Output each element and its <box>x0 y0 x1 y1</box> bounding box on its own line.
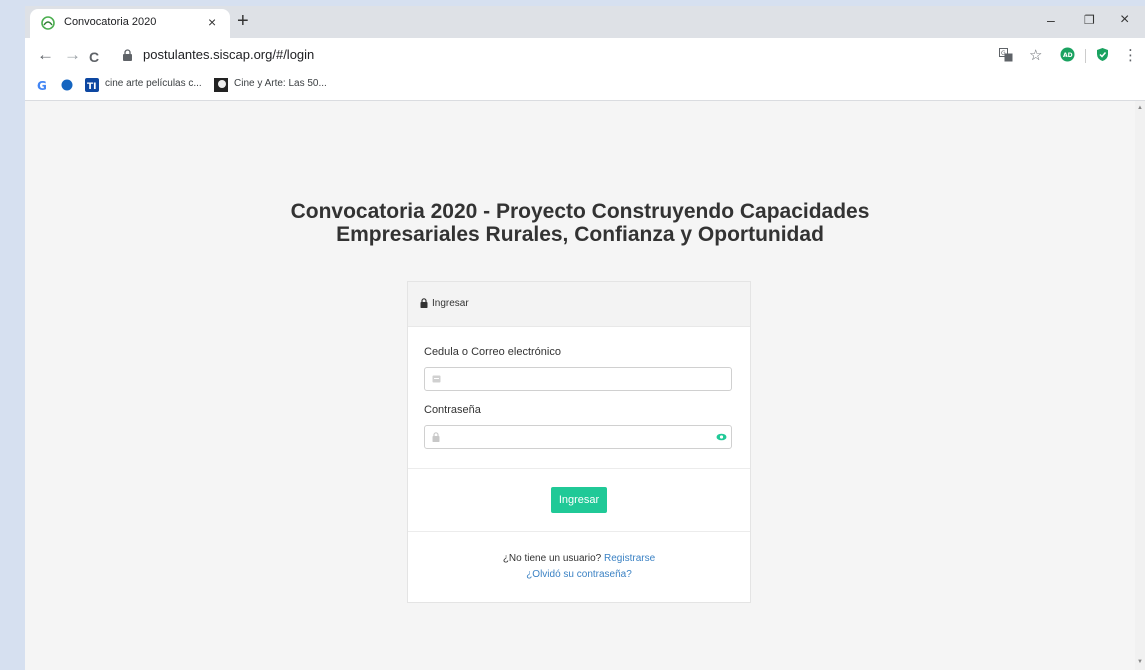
bookmarks-bar: G TI cine arte películas c... Cine y Art… <box>25 72 1145 101</box>
adblock-extension-icon[interactable]: AD <box>1060 47 1075 62</box>
tab-title: Convocatoria 2020 <box>64 16 157 28</box>
ti-icon[interactable]: TI <box>85 78 99 92</box>
close-window-icon[interactable]: × <box>1120 12 1129 28</box>
svg-text:G: G <box>37 79 47 91</box>
star-icon[interactable]: ☆ <box>1029 46 1042 66</box>
translate-icon[interactable]: G <box>999 48 1013 62</box>
password-label: Contraseña <box>424 404 481 416</box>
tab-close-icon[interactable]: × <box>208 14 216 30</box>
scroll-down-icon[interactable]: ▼ <box>1137 659 1143 665</box>
address-bar[interactable]: postulantes.siscap.org/#/login <box>143 47 314 62</box>
show-password-eye-icon[interactable] <box>716 433 727 441</box>
page-title: Convocatoria 2020 - Proyecto Construyend… <box>25 200 1135 246</box>
reload-icon[interactable]: C <box>89 47 99 67</box>
page-content: Convocatoria 2020 - Proyecto Construyend… <box>25 101 1135 670</box>
register-prompt: ¿No tiene un usuario? Registrarse <box>408 553 750 564</box>
password-input[interactable] <box>424 425 732 449</box>
back-icon[interactable]: ← <box>37 45 54 65</box>
username-label: Cedula o Correo electrónico <box>424 346 561 358</box>
new-tab-button[interactable]: + <box>237 10 249 32</box>
tab-convocatoria[interactable]: Convocatoria 2020 × <box>30 9 230 38</box>
scroll-up-icon[interactable]: ▲ <box>1137 105 1143 111</box>
shield-extension-icon[interactable] <box>1095 47 1110 62</box>
login-card: Ingresar Cedula o Correo electrónico Con… <box>407 281 751 603</box>
login-button[interactable]: Ingresar <box>551 487 607 513</box>
cine-icon[interactable] <box>214 78 228 92</box>
forgot-password-row: ¿Olvidó su contraseña? <box>408 569 750 580</box>
username-input[interactable] <box>424 367 732 391</box>
svg-text:TI: TI <box>87 82 97 92</box>
divider <box>408 468 750 469</box>
browser-toolbar: ← → C postulantes.siscap.org/#/login G ☆… <box>25 38 1145 72</box>
browser-window: Convocatoria 2020 × + – ❐ × ← → C postul… <box>25 6 1145 670</box>
tab-strip: Convocatoria 2020 × + – ❐ × <box>25 6 1145 38</box>
login-card-header: Ingresar <box>408 282 750 327</box>
register-link[interactable]: Registrarse <box>604 553 655 564</box>
circle-icon[interactable] <box>61 79 73 91</box>
vertical-scrollbar[interactable]: ▲ ▼ <box>1135 101 1145 670</box>
minimize-icon[interactable]: – <box>1047 12 1055 28</box>
svg-text:AD: AD <box>1063 52 1073 59</box>
restore-icon[interactable]: ❐ <box>1084 12 1095 28</box>
google-icon[interactable]: G <box>37 79 49 91</box>
id-card-icon <box>432 375 441 383</box>
toolbar-divider <box>1085 49 1086 63</box>
page-title-line2: Empresariales Rurales, Confianza y Oport… <box>336 223 824 246</box>
forgot-password-link[interactable]: ¿Olvidó su contraseña? <box>526 569 632 580</box>
login-card-title: Ingresar <box>432 298 469 309</box>
siscap-favicon-icon <box>41 16 55 30</box>
password-lock-icon <box>432 432 440 442</box>
bookmark-cine-arte[interactable]: cine arte películas c... <box>105 78 202 89</box>
lock-icon <box>123 49 132 61</box>
divider <box>408 531 750 532</box>
bookmark-cine-y-arte[interactable]: Cine y Arte: Las 50... <box>234 78 327 89</box>
svg-text:G: G <box>1001 50 1006 57</box>
menu-icon[interactable]: ⋮ <box>1123 46 1138 66</box>
forward-icon[interactable]: → <box>64 45 81 65</box>
no-user-text: ¿No tiene un usuario? <box>502 553 602 564</box>
lock-icon <box>420 298 428 308</box>
page-title-line1: Convocatoria 2020 - Proyecto Construyend… <box>290 200 870 223</box>
